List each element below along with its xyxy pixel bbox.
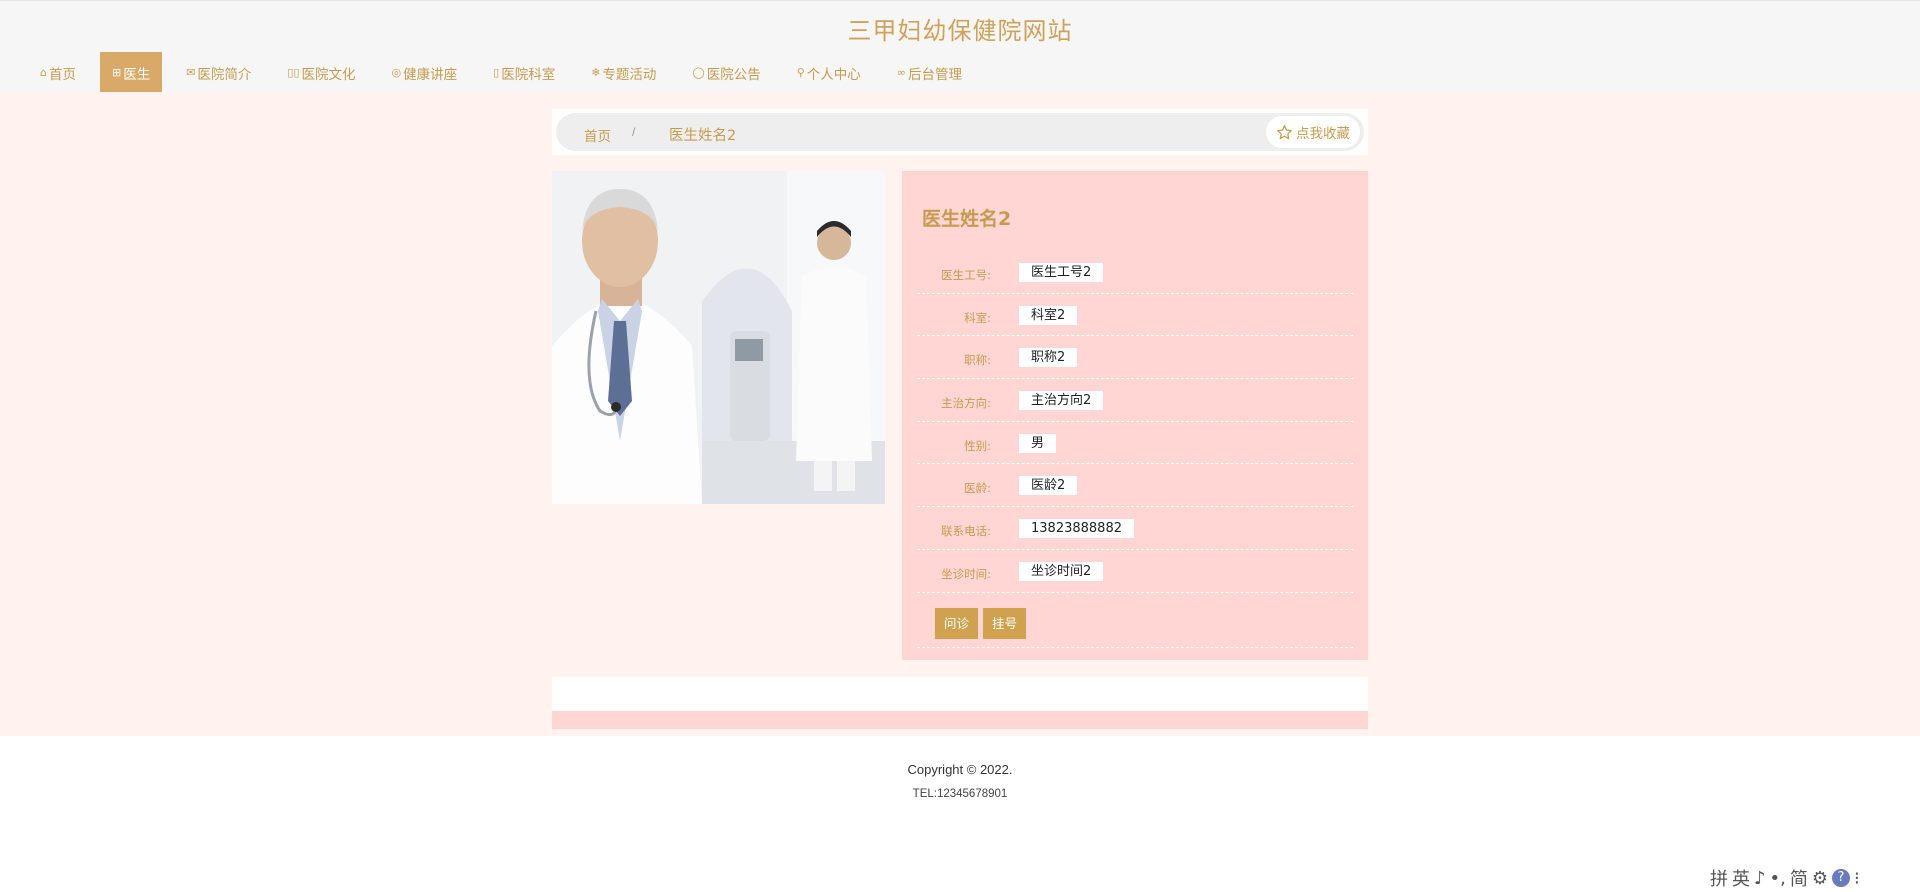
- field-value: 职称2: [1019, 348, 1078, 368]
- ime-english-icon[interactable]: 英: [1732, 865, 1750, 891]
- mail-icon: ✉: [186, 66, 196, 79]
- field-row: 科室: 科室2: [917, 294, 1353, 337]
- ime-sound-icon[interactable]: ♪: [1754, 868, 1766, 889]
- field-label: 性别:: [964, 438, 991, 453]
- field-label: 主治方向:: [941, 396, 991, 411]
- site-footer: Copyright © 2022. TEL:12345678901: [0, 736, 1920, 892]
- main-content: 首页 / 医生姓名2 点我收藏 医生姓名2 医生工号: 医生工号2 科室: 科室…: [0, 92, 1920, 736]
- field-row: 主治方向: 主治方向2: [917, 379, 1353, 422]
- breadcrumb-home-link[interactable]: 首页: [584, 125, 611, 145]
- ime-simplified-icon[interactable]: 简: [1790, 865, 1808, 891]
- doctor-name: 医生姓名2: [922, 208, 1012, 230]
- field-row: 职称: 职称2: [917, 336, 1353, 380]
- doctor-fields: 医生工号: 医生工号2 科室: 科室2 职称: 职称2 主治方向: 主治方向2 性别: 男医龄: 医…: [917, 251, 1353, 593]
- nav-item-9[interactable]: ∞ 后台管理: [885, 52, 974, 93]
- main-nav: ⌂ 首页 ⊞ 医生 ✉ 医院简介 ▯▯ 医院文化 ◎ 健康讲座 ▯ 医院科室 ❄ 专题活动 ◯ 医院公告 ⚲ 个人…: [28, 52, 986, 93]
- field-label: 医龄:: [964, 481, 991, 496]
- copyright-text: Copyright © 2022.: [907, 762, 1013, 777]
- doctor-icon: ⊞: [111, 66, 122, 79]
- culture-icon: ▯▯: [287, 66, 300, 79]
- breadcrumb-bar: 首页 / 医生姓名2 点我收藏: [552, 109, 1368, 155]
- nav-item-7[interactable]: ◯ 医院公告: [680, 52, 772, 93]
- doctor-actions: 问诊 挂号: [917, 608, 1353, 648]
- field-row: 性别: 男: [917, 422, 1353, 465]
- ime-settings-icon[interactable]: ⚙: [1812, 868, 1828, 889]
- nav-label: 医生: [123, 66, 151, 83]
- consult-button[interactable]: 问诊: [935, 608, 979, 639]
- field-value: 男: [1019, 433, 1057, 453]
- register-button[interactable]: 挂号: [983, 608, 1027, 639]
- nav-label: 首页: [48, 66, 76, 83]
- field-row: 坐诊时间: 坐诊时间2: [917, 550, 1353, 593]
- nav-label: 医院简介: [197, 66, 252, 83]
- field-row: 联系电话: 13823888882: [917, 507, 1353, 550]
- nav-item-8[interactable]: ⚲ 个人中心: [785, 52, 873, 93]
- field-value: 主治方向2: [1019, 391, 1104, 411]
- home-icon: ⌂: [40, 66, 47, 79]
- field-row: 医龄: 医龄2: [917, 464, 1353, 508]
- nav-label: 医院公告: [706, 66, 761, 83]
- nav-label: 医院文化: [301, 66, 356, 83]
- nav-item-2[interactable]: ✉ 医院简介: [174, 52, 263, 93]
- field-label: 坐诊时间:: [941, 566, 991, 581]
- doctor-photo: [552, 171, 885, 504]
- field-label: 联系电话:: [941, 524, 991, 539]
- link-icon: ∞: [896, 66, 906, 79]
- ime-punct-icon[interactable]: •,: [1770, 868, 1786, 889]
- content-strip: [552, 677, 1368, 711]
- nav-label: 后台管理: [907, 66, 962, 83]
- breadcrumb-separator: /: [632, 125, 636, 139]
- ime-help-icon[interactable]: ?: [1831, 869, 1850, 887]
- field-row: 医生工号: 医生工号2: [917, 251, 1353, 294]
- nav-label: 专题活动: [602, 66, 657, 83]
- user-icon: ⚲: [796, 66, 805, 79]
- ime-pinyin-icon[interactable]: 拼: [1710, 865, 1728, 891]
- ime-toolbar: 拼英 ♪ •, 简 ⚙? ⁝: [1710, 865, 1864, 891]
- site-header: 三甲妇幼保健院网站 ⌂ 首页 ⊞ 医生 ✉ 医院简介 ▯▯ 医院文化 ◎ 健康讲座 ▯ 医院科室 ❄ 专题…: [0, 0, 1920, 93]
- star-icon: [1277, 124, 1292, 139]
- department-icon: ▯: [493, 66, 500, 79]
- nav-item-0[interactable]: ⌂ 首页: [28, 52, 88, 93]
- field-value: 医生工号2: [1019, 263, 1104, 282]
- field-label: 科室:: [964, 310, 991, 325]
- field-value: 坐诊时间2: [1019, 561, 1104, 581]
- breadcrumb: 首页 / 医生姓名2 点我收藏: [556, 113, 1364, 151]
- field-label: 医生工号:: [941, 268, 991, 282]
- nav-item-1[interactable]: ⊞ 医生: [99, 52, 163, 93]
- field-value: 科室2: [1019, 305, 1078, 325]
- breadcrumb-current: 医生姓名2: [669, 128, 737, 144]
- nav-item-6[interactable]: ❄ 专题活动: [579, 52, 668, 93]
- footer-tel: TEL:12345678901: [912, 788, 1008, 800]
- nav-label: 健康讲座: [403, 66, 458, 83]
- nav-item-4[interactable]: ◎ 健康讲座: [380, 52, 470, 93]
- notice-icon: ◯: [692, 66, 705, 79]
- nav-label: 医院科室: [501, 66, 556, 83]
- activity-icon: ❄: [591, 66, 601, 79]
- favorite-button[interactable]: 点我收藏: [1266, 116, 1360, 148]
- site-title: 三甲妇幼保健院网站: [847, 17, 1073, 45]
- content-strip-pink: [552, 711, 1368, 729]
- favorite-label: 点我收藏: [1296, 126, 1350, 142]
- lecture-icon: ◎: [391, 66, 402, 79]
- nav-label: 个人中心: [806, 66, 861, 83]
- doctor-info-panel: 医生姓名2 医生工号: 医生工号2 科室: 科室2 职称: 职称2 主治方向: 主治方向2 性别…: [902, 171, 1368, 660]
- field-value: 医龄2: [1019, 476, 1078, 496]
- nav-item-3[interactable]: ▯▯ 医院文化: [275, 52, 367, 93]
- field-value: 13823888882: [1019, 519, 1134, 539]
- nav-item-5[interactable]: ▯ 医院科室: [481, 52, 567, 93]
- ime-more-icon[interactable]: ⁝: [1854, 868, 1860, 889]
- field-label: 职称:: [964, 353, 991, 368]
